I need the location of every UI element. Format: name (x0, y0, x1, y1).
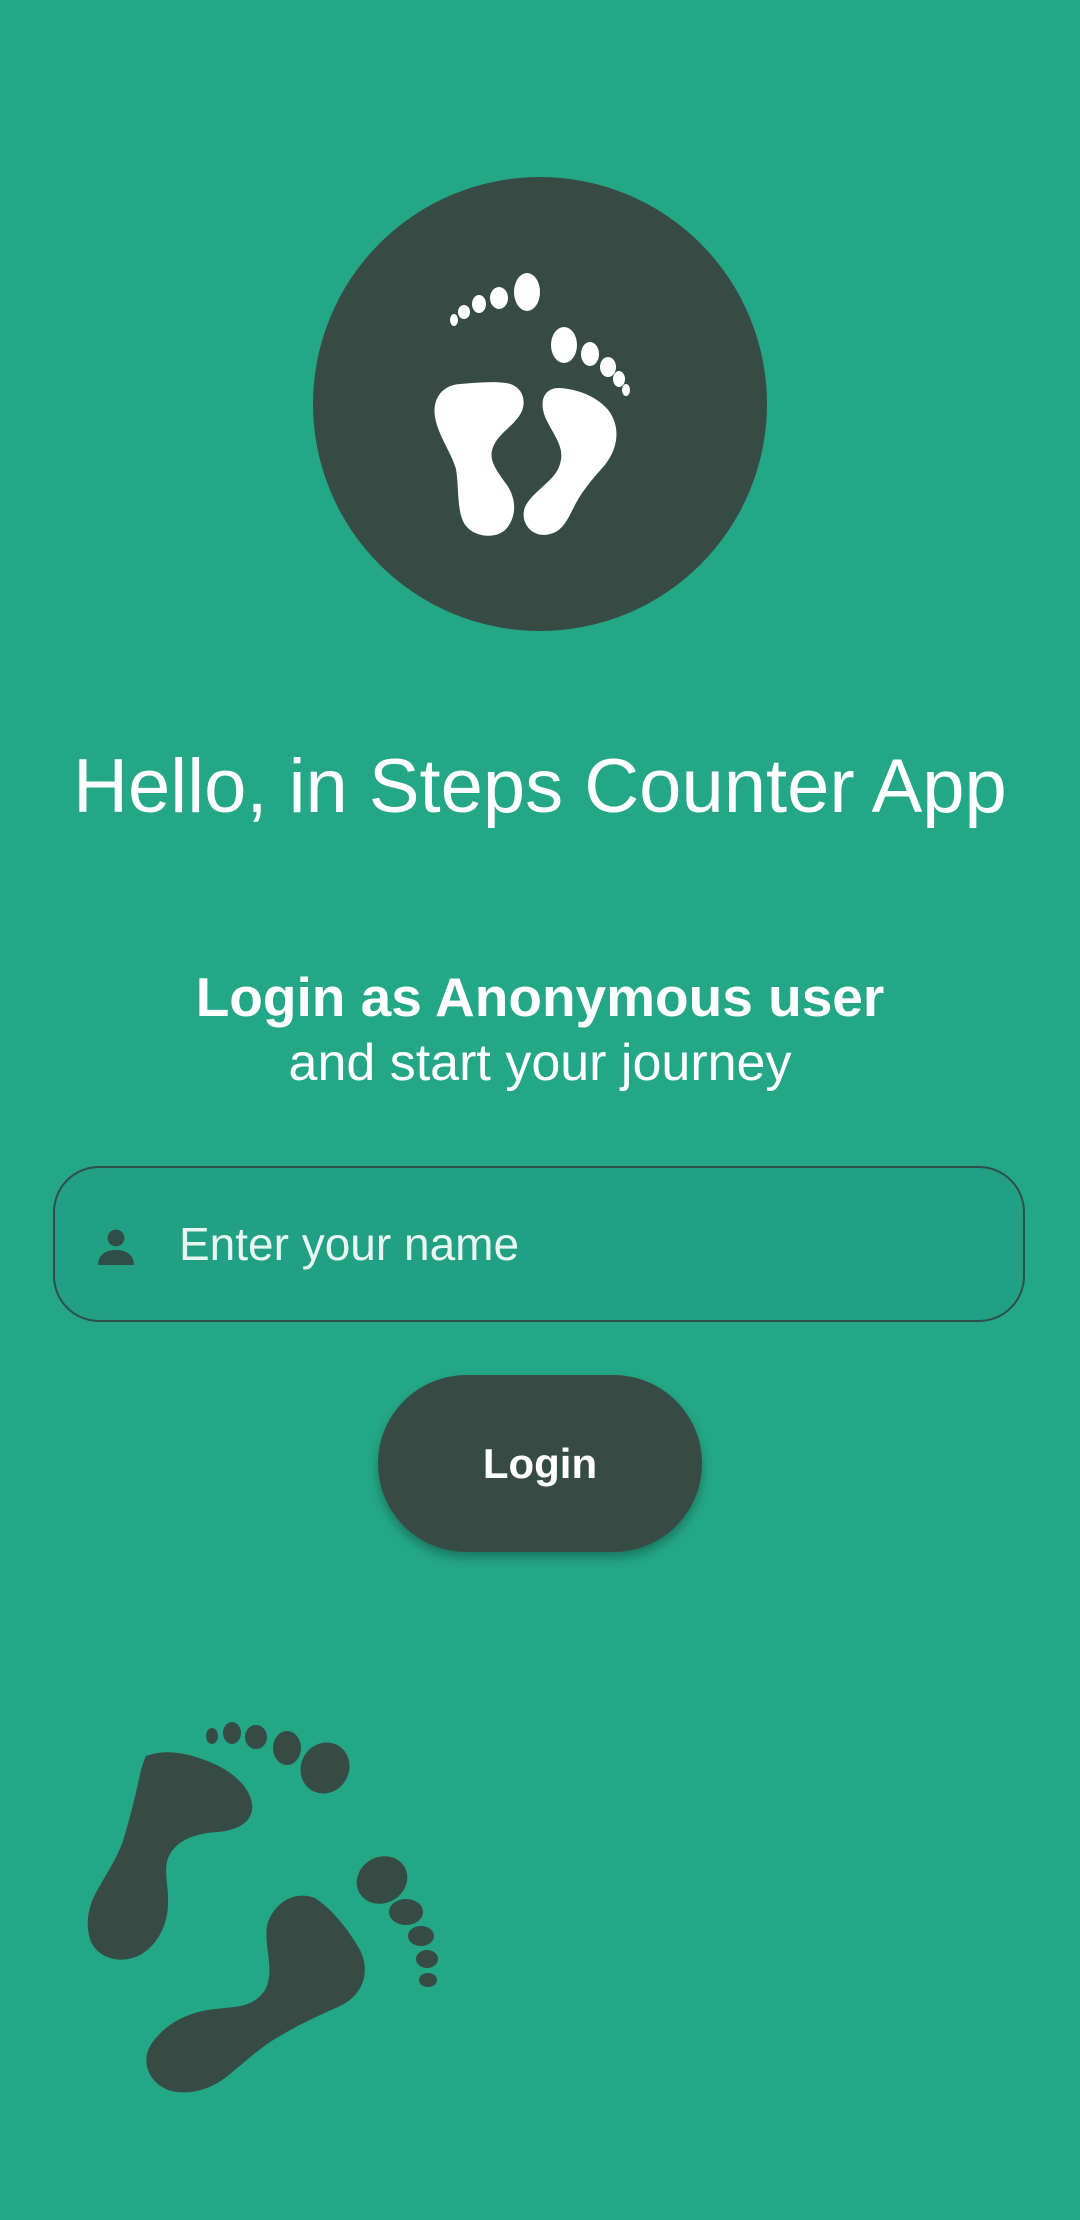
footprints-icon (87, 1722, 438, 2093)
footprints-icon (434, 273, 630, 536)
name-input[interactable] (179, 1168, 999, 1320)
name-field[interactable] (53, 1166, 1025, 1322)
login-subheadline: and start your journey (288, 1034, 792, 1092)
login-button[interactable]: Login (378, 1375, 702, 1552)
app-logo (313, 177, 767, 631)
app-title: Hello, in Steps Counter App (73, 744, 1007, 829)
login-headline: Login as Anonymous user (195, 966, 885, 1028)
person-icon (98, 1229, 134, 1265)
